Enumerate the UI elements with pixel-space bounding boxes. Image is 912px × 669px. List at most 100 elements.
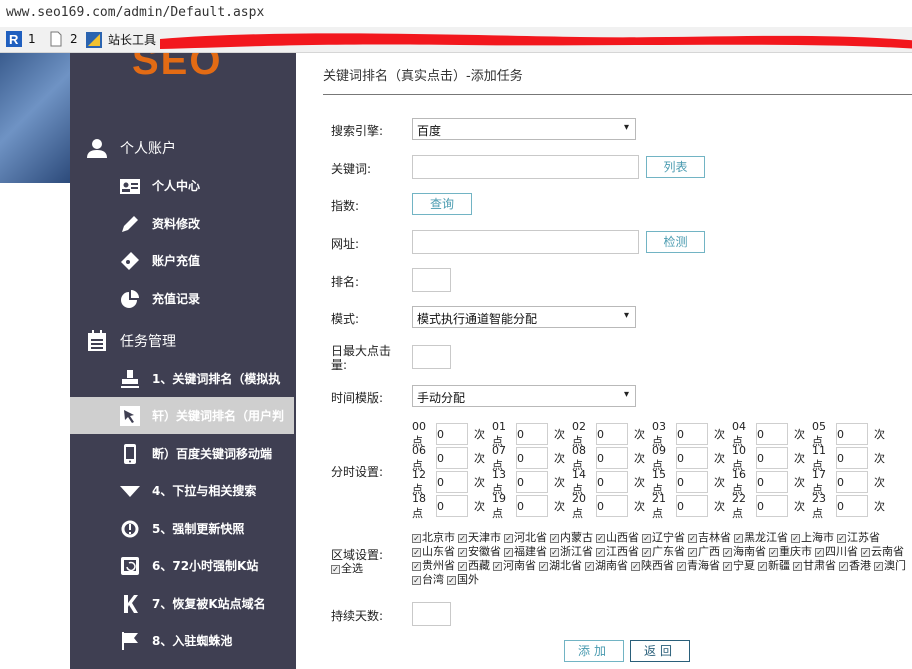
region-checkbox[interactable]: ✓ 安徽省 xyxy=(458,545,501,559)
region-checkbox[interactable]: ✓ 内蒙古 xyxy=(550,531,593,545)
group-account[interactable]: 个人账户 xyxy=(86,137,176,159)
region-checkbox[interactable]: ✓ 台湾 xyxy=(412,573,444,587)
add-button[interactable]: 添加 xyxy=(564,640,624,662)
url-check-button[interactable]: 检测 xyxy=(646,231,705,253)
hour-input[interactable]: 0 xyxy=(516,471,548,493)
region-checkbox[interactable]: ✓ 湖南省 xyxy=(585,559,628,573)
hourly-row: 18点 0 次 19点 0 次 20点 0 次 21点 0 次 22点 0 次 23点 0 次 xyxy=(412,492,892,520)
region-checkbox[interactable]: ✓ 云南省 xyxy=(861,545,904,559)
region-checkbox[interactable]: ✓ 青海省 xyxy=(677,559,720,573)
sidebar-item-edit-profile[interactable]: 资料修改 xyxy=(70,205,294,242)
phone-icon xyxy=(120,443,140,464)
time-mode-select[interactable]: 手动分配 xyxy=(412,385,636,407)
hour-input[interactable]: 0 xyxy=(676,495,708,517)
bookmark-2[interactable]: 2 xyxy=(48,31,78,47)
hour-input[interactable]: 0 xyxy=(596,495,628,517)
sidebar-item-spider-pool[interactable]: 8、入驻蜘蛛池 xyxy=(70,622,294,659)
hour-input[interactable]: 0 xyxy=(516,495,548,517)
sidebar-item-snapshot[interactable]: 5、强制更新快照 xyxy=(70,510,294,547)
region-label: 山东省 xyxy=(422,545,455,558)
hour-input[interactable]: 0 xyxy=(676,471,708,493)
sidebar-item-keyword-sim[interactable]: 1、关键词排名（模拟执 xyxy=(70,360,294,397)
region-checkbox[interactable]: ✓ 海南省 xyxy=(723,545,766,559)
hour-input[interactable]: 0 xyxy=(676,447,708,469)
hour-input[interactable]: 0 xyxy=(436,423,468,445)
region-checkbox[interactable]: ✓ 天津市 xyxy=(458,531,501,545)
region-checkbox[interactable]: ✓ 香港 xyxy=(839,559,871,573)
region-checkbox[interactable]: ✓ 重庆市 xyxy=(769,545,812,559)
hour-input[interactable]: 0 xyxy=(596,471,628,493)
sidebar-item-recharge-history[interactable]: 充值记录 xyxy=(70,280,294,317)
region-checkbox[interactable]: ✓ 吉林省 xyxy=(688,531,731,545)
keyword-list-button[interactable]: 列表 xyxy=(646,156,705,178)
hour-input[interactable]: 0 xyxy=(756,423,788,445)
hour-input[interactable]: 0 xyxy=(836,447,868,469)
region-checkbox[interactable]: ✓ 四川省 xyxy=(815,545,858,559)
hour-input[interactable]: 0 xyxy=(756,495,788,517)
hour-input[interactable]: 0 xyxy=(596,447,628,469)
bookmark-1[interactable]: R 1 xyxy=(6,31,36,47)
region-checkbox[interactable]: ✓ 宁夏 xyxy=(723,559,755,573)
mode-select[interactable]: 模式执行通道智能分配 xyxy=(412,306,636,328)
select-all-checkbox[interactable]: ✓ 全选 xyxy=(331,560,363,576)
region-checkbox[interactable]: ✓ 山东省 xyxy=(412,545,455,559)
sidebar-item-profile[interactable]: 个人中心 xyxy=(70,167,294,204)
bookmark-tools[interactable]: 站长工具 xyxy=(86,31,156,48)
region-checkbox[interactable]: ✓ 辽宁省 xyxy=(642,531,685,545)
tools-icon xyxy=(86,31,102,48)
hour-input[interactable]: 0 xyxy=(436,447,468,469)
region-checkbox[interactable]: ✓ 福建省 xyxy=(504,545,547,559)
hour-input[interactable]: 0 xyxy=(596,423,628,445)
back-button[interactable]: 返回 xyxy=(630,640,690,662)
region-label: 青海省 xyxy=(687,559,720,572)
region-checkbox[interactable]: ✓ 上海市 xyxy=(791,531,834,545)
daily-max-input[interactable] xyxy=(412,345,451,369)
rank-input[interactable] xyxy=(412,268,451,292)
region-checkbox[interactable]: ✓ 广东省 xyxy=(642,545,685,559)
hour-input[interactable]: 0 xyxy=(436,495,468,517)
sidebar-item-keyword-real[interactable]: 轩）关键词排名（用户判 xyxy=(70,397,294,434)
hour-input[interactable]: 0 xyxy=(676,423,708,445)
hour-input[interactable]: 0 xyxy=(836,471,868,493)
hour-input[interactable]: 0 xyxy=(516,423,548,445)
hour-cell: 10点 0 次 xyxy=(732,444,812,472)
engine-select[interactable]: 百度 xyxy=(412,118,636,140)
hour-input[interactable]: 0 xyxy=(756,471,788,493)
region-checkbox[interactable]: ✓ 山西省 xyxy=(596,531,639,545)
region-checkbox[interactable]: ✓ 澳门 xyxy=(874,559,906,573)
region-label: 黑龙江省 xyxy=(744,531,788,544)
hour-input[interactable]: 0 xyxy=(756,447,788,469)
sidebar-item-mobile[interactable]: 断）百度关键词移动端 xyxy=(70,435,294,472)
region-checkbox[interactable]: ✓ 黑龙江省 xyxy=(734,531,788,545)
hour-input[interactable]: 0 xyxy=(836,495,868,517)
region-checkbox[interactable]: ✓ 江西省 xyxy=(596,545,639,559)
hour-input[interactable]: 0 xyxy=(436,471,468,493)
region-checkbox[interactable]: ✓ 广西 xyxy=(688,545,720,559)
index-query-button[interactable]: 查询 xyxy=(412,193,472,215)
region-checkbox[interactable]: ✓ 北京市 xyxy=(412,531,455,545)
sidebar-item-dropdown-search[interactable]: 4、下拉与相关搜索 xyxy=(70,472,294,509)
region-label: 河北省 xyxy=(514,531,547,544)
region-checkbox[interactable]: ✓ 浙江省 xyxy=(550,545,593,559)
sidebar-item-recharge[interactable]: 账户充值 xyxy=(70,242,294,279)
region-checkbox[interactable]: ✓ 新疆 xyxy=(758,559,790,573)
hour-input[interactable]: 0 xyxy=(836,423,868,445)
region-checkbox[interactable]: ✓ 湖北省 xyxy=(539,559,582,573)
region-checkbox[interactable]: ✓ 江苏省 xyxy=(837,531,880,545)
region-checkbox[interactable]: ✓ 西藏 xyxy=(458,559,490,573)
url-input[interactable] xyxy=(412,230,639,254)
sidebar-item-restore-domain[interactable]: 7、恢复被K站点域名 xyxy=(70,585,294,622)
sidebar-item-force-k[interactable]: 6、72小时强制K站 xyxy=(70,547,294,584)
region-checkbox[interactable]: ✓ 河南省 xyxy=(493,559,536,573)
region-checkbox[interactable]: ✓ 国外 xyxy=(447,573,479,587)
address-bar[interactable]: www.seo169.com/admin/Default.aspx xyxy=(0,0,912,27)
group-tasks[interactable]: 任务管理 xyxy=(86,330,176,352)
region-checkbox[interactable]: ✓ 甘肃省 xyxy=(793,559,836,573)
region-checkbox[interactable]: ✓ 河北省 xyxy=(504,531,547,545)
region-checkbox[interactable]: ✓ 陕西省 xyxy=(631,559,674,573)
days-input[interactable] xyxy=(412,602,451,626)
hour-label: 18点 xyxy=(412,491,426,520)
region-checkbox[interactable]: ✓ 贵州省 xyxy=(412,559,455,573)
hour-input[interactable]: 0 xyxy=(516,447,548,469)
keyword-input[interactable] xyxy=(412,155,639,179)
